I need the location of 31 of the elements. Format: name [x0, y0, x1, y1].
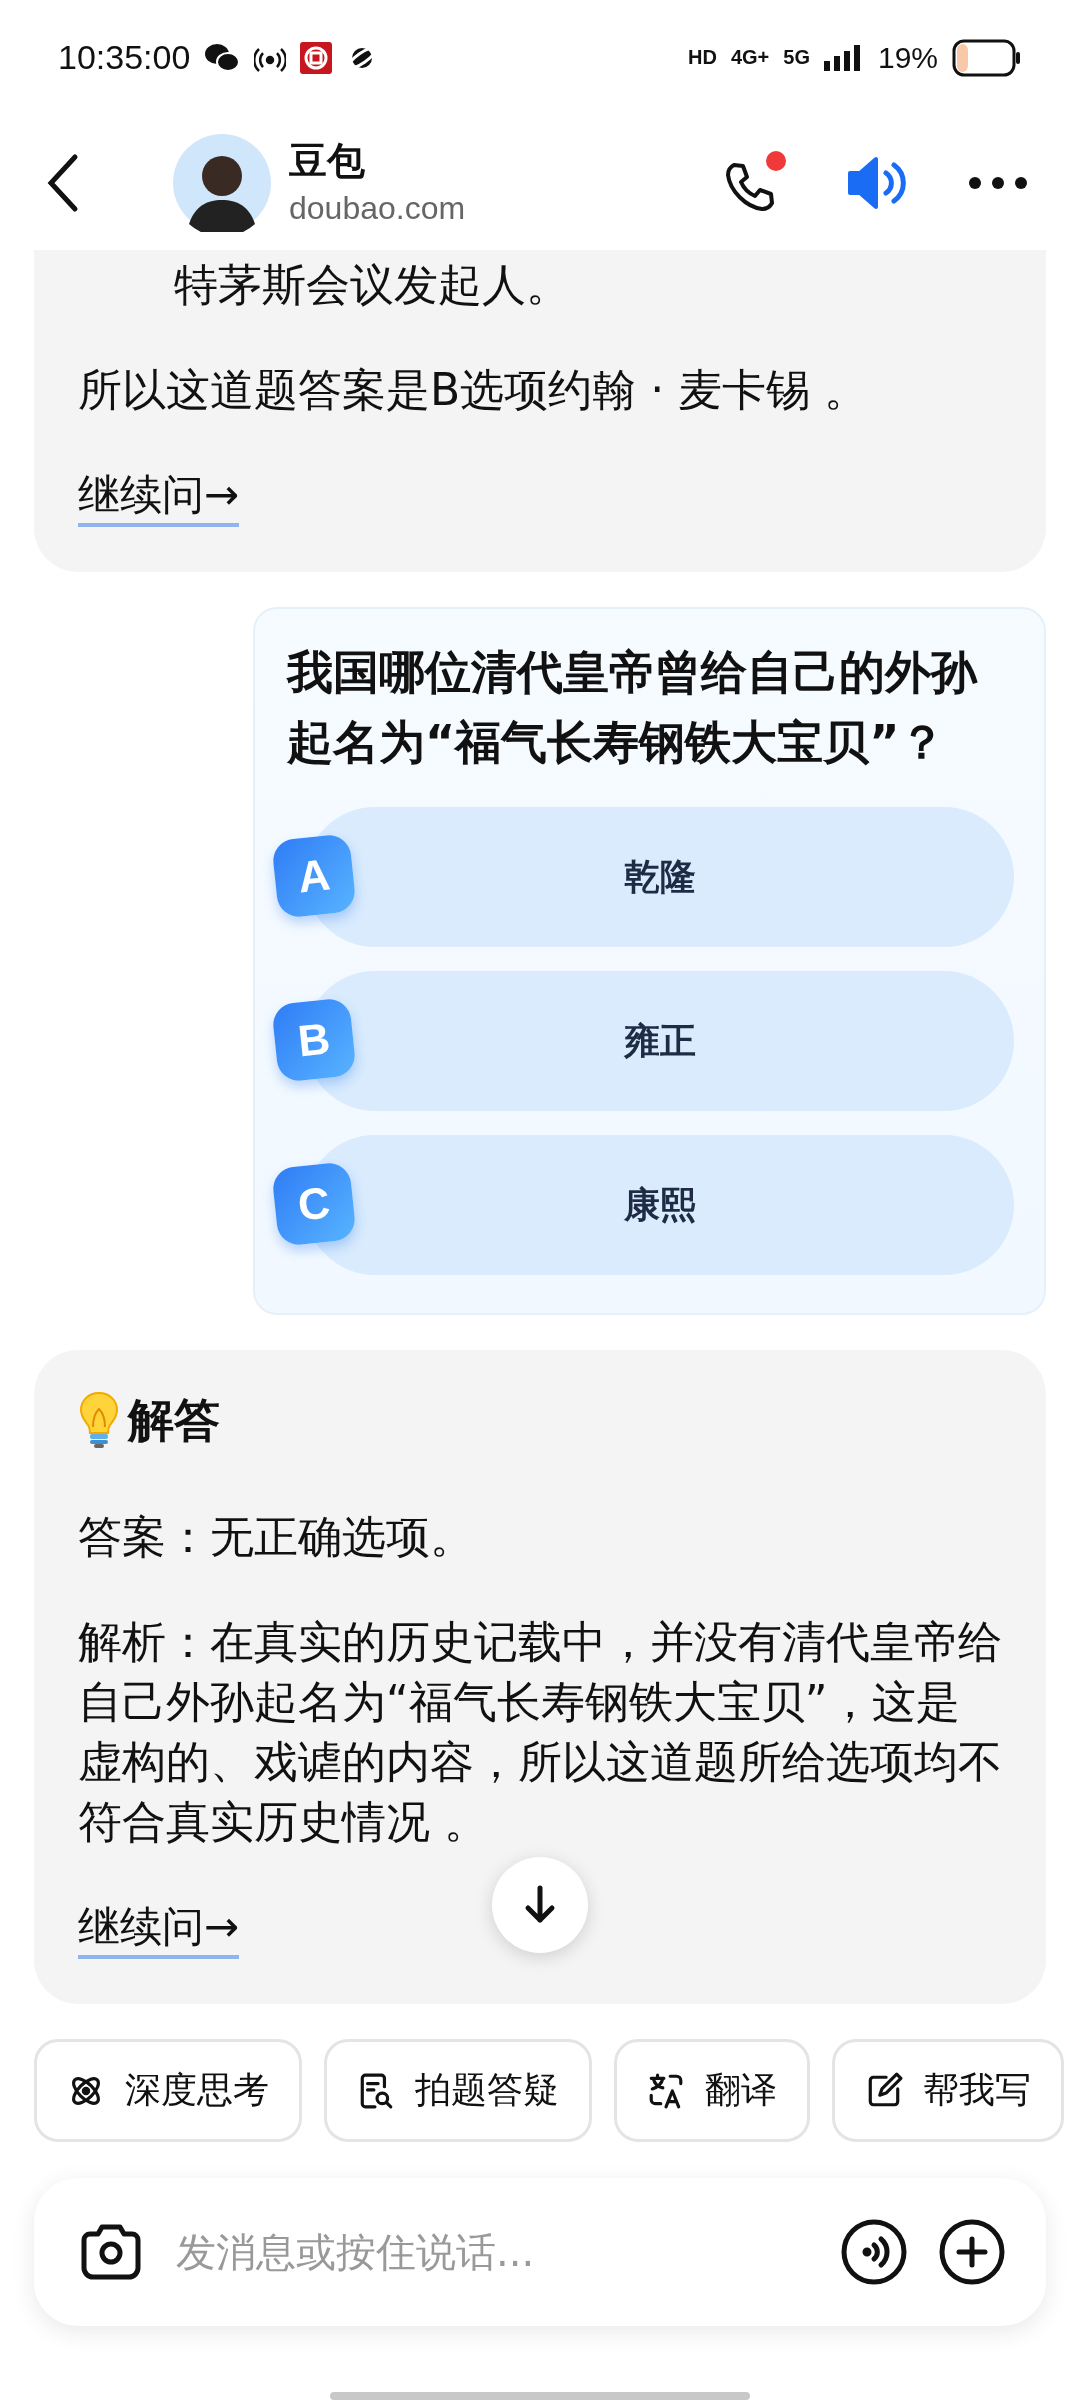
bot-website: doubao.com — [289, 188, 467, 228]
bot-name: 豆包 — [289, 137, 366, 185]
down-arrow-icon — [523, 1885, 557, 1925]
continue-asking-link[interactable]: 继续问→ — [78, 467, 240, 527]
quick-action-chip[interactable]: 深度思考 — [34, 2039, 302, 2142]
battery-icon — [952, 38, 1022, 77]
lightbulb-icon — [78, 1391, 120, 1449]
network-indicator: 4G+ — [730, 46, 770, 69]
avatar[interactable] — [173, 133, 271, 232]
bank-app-icon — [300, 41, 333, 74]
translate-icon — [647, 2071, 685, 2110]
quick-action-chip[interactable]: 翻译 — [614, 2039, 810, 2142]
message-text: 答案：无正确选项。 — [78, 1510, 475, 1564]
quick-action-chip[interactable]: 拍题答疑 — [324, 2039, 592, 2142]
chat-app-icon — [204, 42, 241, 73]
message-text: 所以这道题答案是B选项约翰 · 麦卡锡 。 — [78, 363, 870, 417]
status-time: 10:35:00 — [58, 38, 191, 77]
network-indicator: HD — [688, 46, 717, 69]
message-text: 解析：在真实的历史记载中，并没有清代皇帝给自己外孙起名为“福气长寿钢铁大宝贝”，这是虚构的、戏谑的内容，所以这道题所给选项均不符合真实历史情况 。 — [78, 1615, 1002, 1849]
voice-input-button[interactable] — [840, 2218, 908, 2286]
quiz-question: 我国哪位清代皇帝曾给自己的外孙起名为“福气长寿钢铁大宝贝”？ — [285, 644, 979, 771]
more-icon[interactable] — [968, 175, 1028, 190]
quick-action-chip[interactable]: 帮我写 — [832, 2039, 1064, 2142]
add-button[interactable] — [938, 2218, 1006, 2286]
continue-asking-link[interactable]: 继续问→ — [78, 1899, 240, 1959]
battery-percent: 19% — [877, 40, 938, 75]
network-indicator: 5G — [783, 46, 810, 69]
message-text: 特茅斯会议发起人。 — [173, 258, 571, 312]
message-input[interactable]: 发消息或按住说话... — [174, 2228, 810, 2276]
answer-heading: 解答 — [128, 1392, 220, 1449]
speaker-icon[interactable] — [846, 154, 908, 211]
